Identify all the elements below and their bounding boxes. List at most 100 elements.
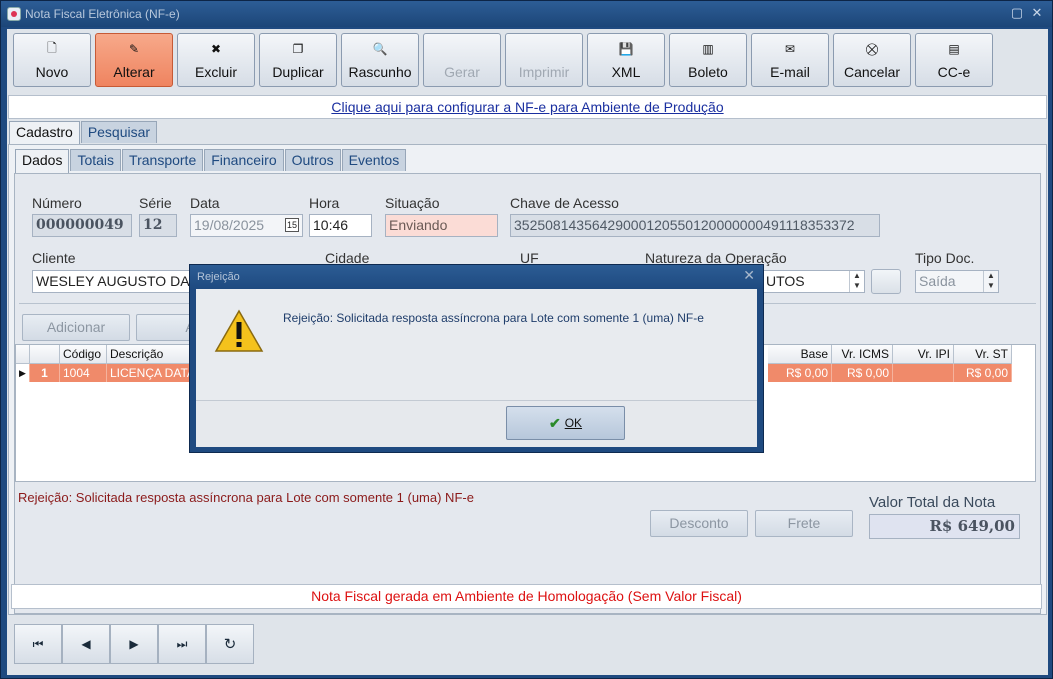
grid-header-base-icms[interactable]: Base ICMS [768, 345, 832, 379]
cc-e-button[interactable]: ▤ CC-e [915, 33, 993, 87]
grid-header-n [30, 345, 60, 364]
calendar-icon[interactable]: 15 [285, 218, 299, 232]
desconto-button[interactable]: Desconto [650, 510, 748, 537]
save-icon: 💾 [618, 42, 634, 56]
barcode-icon: ▥ [702, 42, 714, 56]
first-record-button[interactable]: ⏮ [14, 624, 62, 664]
toolbar-button-label: XML [611, 64, 641, 80]
rascunho-button[interactable]: 🔍 Rascunho [341, 33, 419, 87]
previous-record-button[interactable]: ◀ [62, 624, 110, 664]
previous-record-icon: ◀ [81, 637, 91, 651]
mail-icon: ✉ [784, 42, 796, 56]
gerar-button[interactable]: Gerar [423, 33, 501, 87]
dialog-message: Rejeição: Solicitada resposta assíncrona… [283, 311, 704, 325]
tab-dados[interactable]: Dados [15, 149, 70, 173]
natureza-select[interactable]: UTOS ▲ ▼ [763, 270, 865, 293]
next-record-button[interactable]: ▶ [110, 624, 158, 664]
close-icon[interactable]: ✕ [743, 267, 755, 284]
check-icon: ✔ [548, 414, 561, 431]
valor-total-label: Valor Total da Nota [869, 494, 996, 511]
grid-header-descricao[interactable]: Descrição [107, 345, 201, 364]
grid-header-vr-icms[interactable]: Vr. ICMS [832, 345, 893, 364]
toolbar: 🗋 Novo ✎ Alterar ✖ Excluir ❐ Duplicar 🔍 Rascunho G… [13, 33, 993, 87]
row-base-icms[interactable]: R$ 0,00 [768, 364, 832, 382]
cliente-field[interactable]: WESLEY AUGUSTO DA [32, 270, 192, 293]
row-number[interactable]: 1 [30, 364, 60, 382]
main-tabs: Cadastro Pesquisar [9, 121, 158, 145]
row-descricao[interactable]: LICENÇA DATA [107, 364, 201, 382]
toolbar-button-label: Boleto [688, 64, 728, 80]
data-label: Data [190, 195, 220, 211]
tab-transporte[interactable]: Transporte [122, 149, 204, 171]
new-document-icon: 🗋 [47, 40, 57, 55]
natureza-value: UTOS [766, 273, 805, 289]
toolbar-button-label: Novo [35, 64, 69, 80]
grid-header-vr-ipi[interactable]: Vr. IPI [893, 345, 954, 364]
title-bar: Nota Fiscal Eletrônica (NF-e) ▢ ✕ [1, 1, 1052, 27]
last-record-button[interactable]: ⏭ [158, 624, 206, 664]
chave-label: Chave de Acesso [510, 195, 619, 211]
warning-icon [214, 309, 264, 352]
spinner-icon[interactable]: ▲ ▼ [849, 271, 864, 292]
last-record-icon: ⏭ [176, 636, 188, 651]
xml-button[interactable]: 💾 XML [587, 33, 665, 87]
novo-button[interactable]: 🗋 Novo [13, 33, 91, 87]
tab-financeiro[interactable]: Financeiro [204, 149, 284, 171]
grid-header-indicator [16, 345, 30, 364]
toolbar-button-label: Cancelar [843, 64, 901, 80]
tab-outros[interactable]: Outros [284, 149, 341, 171]
situacao-label: Situação [385, 195, 440, 211]
print-icon [537, 41, 551, 57]
rejection-status-text: Rejeição: Solicitada resposta assíncrona… [18, 490, 474, 505]
dialog-body: Rejeição: Solicitada resposta assíncrona… [196, 289, 757, 400]
delete-icon: ✖ [210, 42, 222, 56]
row-vr-icms[interactable]: R$ 0,00 [832, 364, 893, 382]
tab-cadastro[interactable]: Cadastro [9, 121, 80, 145]
toolbar-button-label: Rascunho [348, 64, 412, 80]
row-codigo[interactable]: 1004 [60, 364, 107, 382]
duplicar-button[interactable]: ❐ Duplicar [259, 33, 337, 87]
close-icon[interactable]: ✕ [1029, 5, 1045, 21]
row-vr-ipi[interactable] [893, 364, 954, 382]
excluir-button[interactable]: ✖ Excluir [177, 33, 255, 87]
config-production-link[interactable]: Clique aqui para configurar a NF-e para … [8, 95, 1047, 119]
natureza-lookup-button[interactable] [871, 269, 901, 294]
alterar-button[interactable]: ✎ Alterar [95, 33, 173, 87]
e-mail-button[interactable]: ✉ E-mail [751, 33, 829, 87]
toolbar-button-label: CC-e [937, 64, 971, 80]
row-vr-st[interactable]: R$ 0,00 [954, 364, 1012, 382]
grid-header-codigo[interactable]: Código [60, 345, 107, 364]
tab-totais[interactable]: Totais [70, 149, 122, 171]
boleto-button[interactable]: ▥ Boleto [669, 33, 747, 87]
row-indicator-icon: ▶ [16, 364, 30, 382]
serie-field[interactable]: 12 [139, 214, 177, 237]
duplicate-icon: ❐ [292, 42, 304, 56]
adicionar-button[interactable]: Adicionar [22, 314, 130, 341]
frete-button[interactable]: Frete [755, 510, 853, 537]
hora-field[interactable]: 10:46 [309, 214, 372, 237]
grid-header-vr-st[interactable]: Vr. ST [954, 345, 1012, 364]
tipo-doc-select[interactable]: Saída ▲ ▼ [915, 270, 999, 293]
tab-pesquisar[interactable]: Pesquisar [80, 121, 158, 143]
edit-icon: ✎ [128, 42, 140, 56]
tab-eventos[interactable]: Eventos [341, 149, 407, 171]
toolbar-button-label: Gerar [444, 64, 480, 80]
refresh-button[interactable]: ↻ [206, 624, 254, 664]
tipo-doc-value: Saída [919, 273, 956, 289]
hora-label: Hora [309, 195, 340, 211]
data-field[interactable]: 19/08/2025 15 [190, 214, 303, 237]
maximize-icon[interactable]: ▢ [1009, 5, 1025, 21]
cliente-label: Cliente [32, 250, 76, 266]
chave-field[interactable]: 3525081435642900012055012000000049111835… [510, 214, 880, 237]
numero-label: Número [32, 195, 82, 211]
ok-button[interactable]: ✔ OK [506, 406, 625, 440]
dialog-title: Rejeição [190, 265, 763, 289]
ok-label: OK [564, 416, 583, 430]
situacao-field[interactable]: Enviando [385, 214, 498, 237]
cce-icon: ▤ [948, 42, 960, 56]
cancelar-button[interactable]: ⛒ Cancelar [833, 33, 911, 87]
next-record-icon: ▶ [129, 637, 139, 651]
imprimir-button[interactable]: Imprimir [505, 33, 583, 87]
numero-field[interactable]: 000000049 [32, 214, 132, 237]
spinner-icon[interactable]: ▲ ▼ [983, 271, 998, 292]
